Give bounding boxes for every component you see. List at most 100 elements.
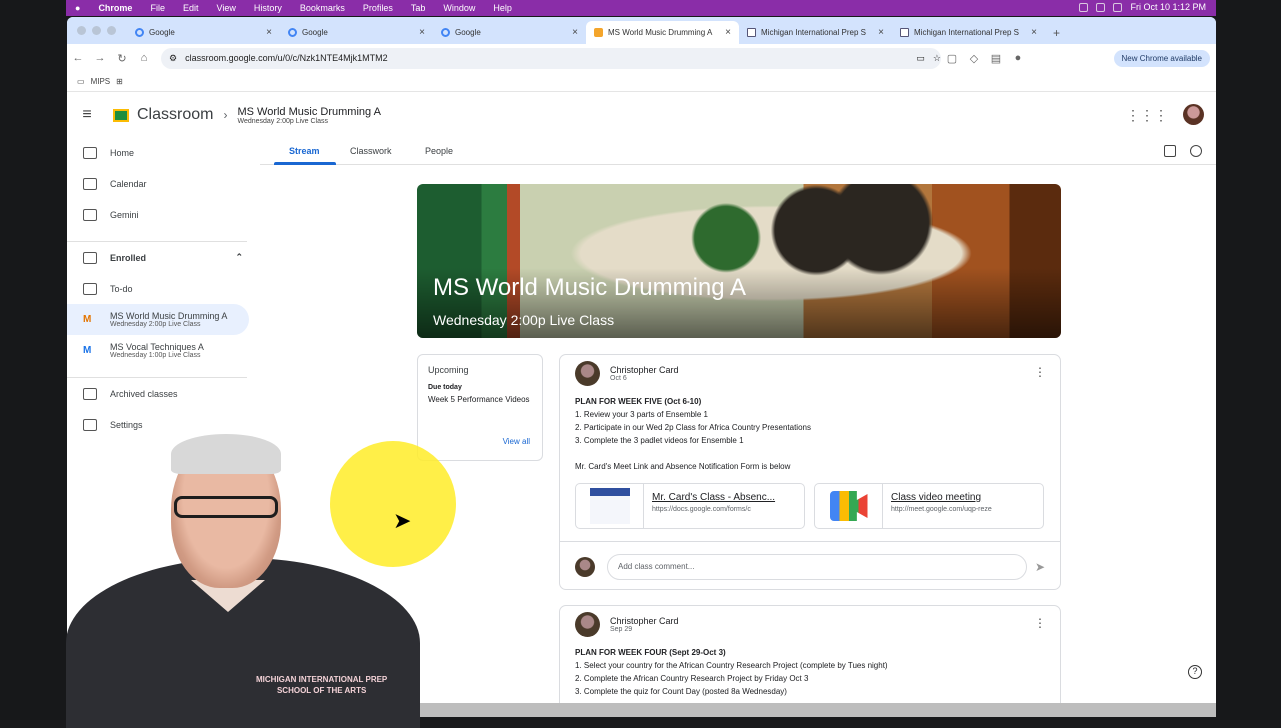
puzzle-icon[interactable]: ◇ (963, 52, 985, 65)
bookmarks-bar: ▭ MIPS ⊞ (67, 72, 1216, 92)
doc-icon (900, 28, 909, 37)
sidebar-label: Enrolled (110, 252, 147, 263)
menu-view[interactable]: View (216, 3, 235, 13)
brand-title[interactable]: Classroom (137, 106, 213, 124)
close-window-icon[interactable] (77, 26, 86, 35)
close-tab-icon[interactable]: × (419, 27, 425, 38)
browser-tab[interactable]: Michigan International Prep S × (892, 21, 1045, 44)
browser-tab[interactable]: Google × (127, 21, 280, 44)
back-icon[interactable]: ← (67, 52, 89, 64)
more-options-icon[interactable]: ⋮ (1034, 365, 1046, 379)
post-header: Christopher Card Oct 6 ⋮ (560, 355, 1060, 391)
close-tab-icon[interactable]: × (1031, 27, 1037, 38)
menu-history[interactable]: History (254, 3, 282, 13)
home-icon[interactable]: ⌂ (133, 52, 155, 64)
clock[interactable]: Fri Oct 10 1:12 PM (1130, 2, 1206, 12)
site-info-icon[interactable]: ⚙ (169, 53, 177, 64)
attachment-meet[interactable]: Class video meeting http://meet.google.co… (814, 483, 1044, 529)
meet-icon (829, 491, 868, 521)
sidebar-class-vocal[interactable]: M MS Vocal Techniques A Wednesday 1:00p Li… (67, 335, 257, 366)
drive-icon[interactable] (1190, 145, 1202, 157)
post-line: 2. Complete the African Country Research… (575, 674, 809, 683)
sidebar-item-gemini[interactable]: Gemini (67, 199, 257, 230)
menu-window[interactable]: Window (443, 3, 475, 13)
install-icon[interactable]: ▭ (916, 53, 925, 64)
reload-icon[interactable]: ↻ (111, 52, 133, 65)
tab-label: Google (455, 28, 481, 37)
sidepanel-icon[interactable]: ▤ (985, 52, 1007, 65)
post-header: Christopher Card Sep 29 ⋮ (560, 606, 1060, 642)
view-all-link[interactable]: View all (503, 437, 530, 446)
class-tabs: Stream Classwork People (260, 137, 1216, 165)
presenter-glasses (174, 496, 278, 518)
comment-input[interactable]: Add class comment... (607, 553, 1027, 580)
upcoming-item[interactable]: Week 5 Performance Videos (428, 394, 532, 406)
search-icon[interactable] (1096, 2, 1106, 12)
menu-help[interactable]: Help (493, 3, 512, 13)
browser-tab[interactable]: Google × (433, 21, 586, 44)
menu-file[interactable]: File (150, 3, 165, 13)
author-avatar (575, 611, 600, 637)
active-tab-indicator (274, 162, 336, 165)
close-tab-icon[interactable]: × (572, 27, 578, 38)
bookmark-star-icon[interactable]: ☆ (933, 53, 941, 64)
new-tab-icon[interactable]: + (1045, 21, 1068, 44)
minimize-icon[interactable] (92, 26, 101, 35)
more-options-icon[interactable]: ⋮ (1034, 616, 1046, 630)
post-date: Sep 29 (610, 625, 633, 633)
attachment-form[interactable]: Mr. Card's Class - Absenc... https://docs… (575, 483, 805, 529)
class-sub: Wednesday 2:00p Live Class (110, 321, 201, 328)
stream-post: Christopher Card Oct 6 ⋮ PLAN FOR WEEK FI… (559, 354, 1061, 590)
wifi-icon[interactable] (1079, 2, 1089, 12)
control-center-icon[interactable] (1113, 2, 1123, 12)
new-chrome-button[interactable]: New Chrome available (1113, 49, 1210, 67)
doc-icon (747, 28, 756, 37)
tab-label: Michigan International Prep S (761, 28, 866, 37)
attachment-title: Class video meeting (891, 492, 982, 503)
calendar-icon[interactable] (1164, 145, 1176, 157)
extension-icon[interactable]: ▢ (941, 52, 963, 65)
sidebar-item-enrolled[interactable]: Enrolled ⌃ (67, 242, 257, 273)
bookmark-folder-mips[interactable]: MIPS (91, 77, 111, 86)
apps-icon[interactable]: ⊞ (116, 77, 123, 86)
address-bar[interactable]: ⚙ classroom.google.com/u/0/c/Nzk1NTE4Mjk… (161, 47, 941, 69)
menu-icon[interactable]: ≡ (67, 106, 107, 124)
meet-thumbnail (815, 484, 883, 528)
mac-menubar: ● Chrome File Edit View History Bookmark… (66, 0, 1216, 16)
menu-profiles[interactable]: Profiles (363, 3, 393, 13)
chevron-up-icon[interactable]: ⌃ (235, 252, 243, 263)
menu-tab[interactable]: Tab (411, 3, 426, 13)
close-tab-icon[interactable]: × (878, 27, 884, 38)
menu-edit[interactable]: Edit (183, 3, 199, 13)
tab-classwork[interactable]: Classwork (350, 146, 392, 156)
menu-app[interactable]: Chrome (98, 3, 132, 13)
presenter-video: MICHIGAN INTERNATIONAL PREP SCHOOL OF THE… (66, 430, 420, 728)
browser-tab[interactable]: Google × (280, 21, 433, 44)
close-tab-icon[interactable]: × (725, 27, 731, 38)
help-icon[interactable]: ? (1188, 665, 1202, 679)
post-author: Christopher Card (610, 615, 679, 626)
account-avatar[interactable] (1183, 104, 1204, 125)
author-avatar (575, 360, 600, 386)
forward-icon[interactable]: → (89, 52, 111, 64)
class-heading: MS World Music Drumming A Wednesday 2:00… (237, 106, 380, 125)
upcoming-card: Upcoming Due today Week 5 Performance Vi… (417, 354, 543, 461)
send-icon[interactable]: ➤ (1035, 560, 1045, 574)
close-tab-icon[interactable]: × (266, 27, 272, 38)
tab-people[interactable]: People (425, 146, 453, 156)
sidebar-item-calendar[interactable]: Calendar (67, 168, 257, 199)
sidebar-item-todo[interactable]: To-do (67, 273, 257, 304)
sidebar-item-archived[interactable]: Archived classes (67, 378, 257, 409)
apple-icon[interactable]: ● (75, 3, 80, 13)
sidebar-item-home[interactable]: Home (67, 137, 257, 168)
browser-tab-active[interactable]: MS World Music Drumming A × (586, 21, 739, 44)
sidebar-class-drumming[interactable]: M MS World Music Drumming A Wednesday 2:00… (67, 304, 249, 335)
divider (67, 366, 247, 378)
tab-stream[interactable]: Stream (289, 146, 320, 156)
apps-grid-icon[interactable]: ⋮⋮⋮ (1126, 107, 1168, 124)
menu-bookmarks[interactable]: Bookmarks (300, 3, 345, 13)
browser-tab[interactable]: Michigan International Prep S × (739, 21, 892, 44)
profile-icon[interactable]: ● (1007, 52, 1029, 64)
zoom-icon[interactable] (107, 26, 116, 35)
post-title: PLAN FOR WEEK FOUR (Sept 29-Oct 3) (575, 648, 726, 657)
